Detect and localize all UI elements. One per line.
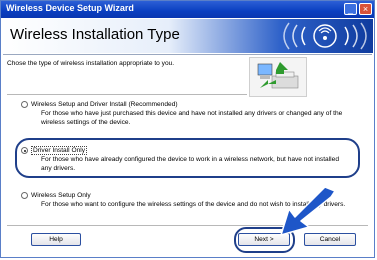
instruction-text: Chose the type of wireless installation …: [7, 60, 175, 67]
wifi-logo-icon: [283, 22, 367, 50]
radio-driver-install-only[interactable]: [21, 147, 28, 154]
wizard-window: Wireless Device Setup Wizard _ × Wireles…: [0, 0, 375, 258]
computer-printer-graphic: [249, 57, 307, 97]
option-wireless-setup-and-driver[interactable]: Wireless Setup and Driver Install (Recom…: [31, 100, 346, 127]
radio-wireless-setup-only[interactable]: [21, 192, 28, 199]
header-divider: [3, 54, 372, 55]
radio-wireless-setup-and-driver[interactable]: [21, 101, 28, 108]
close-icon[interactable]: ×: [359, 3, 372, 15]
page-title: Wireless Installation Type: [10, 26, 180, 43]
help-button[interactable]: Help: [31, 233, 81, 246]
option-description: For those who have already configured th…: [41, 156, 339, 172]
option-description: For those who have just purchased this d…: [41, 110, 343, 126]
minimize-icon[interactable]: _: [344, 3, 357, 15]
option-label: Wireless Setup and Driver Install (Recom…: [31, 101, 178, 108]
option-label: Driver Install Only: [31, 146, 88, 155]
pointer-arrow-icon: [280, 187, 336, 236]
wizard-header: Wireless Installation Type: [2, 19, 373, 53]
window-title: Wireless Device Setup Wizard: [6, 3, 134, 13]
title-bar: Wireless Device Setup Wizard _ ×: [1, 1, 374, 18]
instruction-divider: [7, 94, 247, 95]
option-driver-install-only[interactable]: Driver Install Only For those who have a…: [31, 146, 346, 173]
